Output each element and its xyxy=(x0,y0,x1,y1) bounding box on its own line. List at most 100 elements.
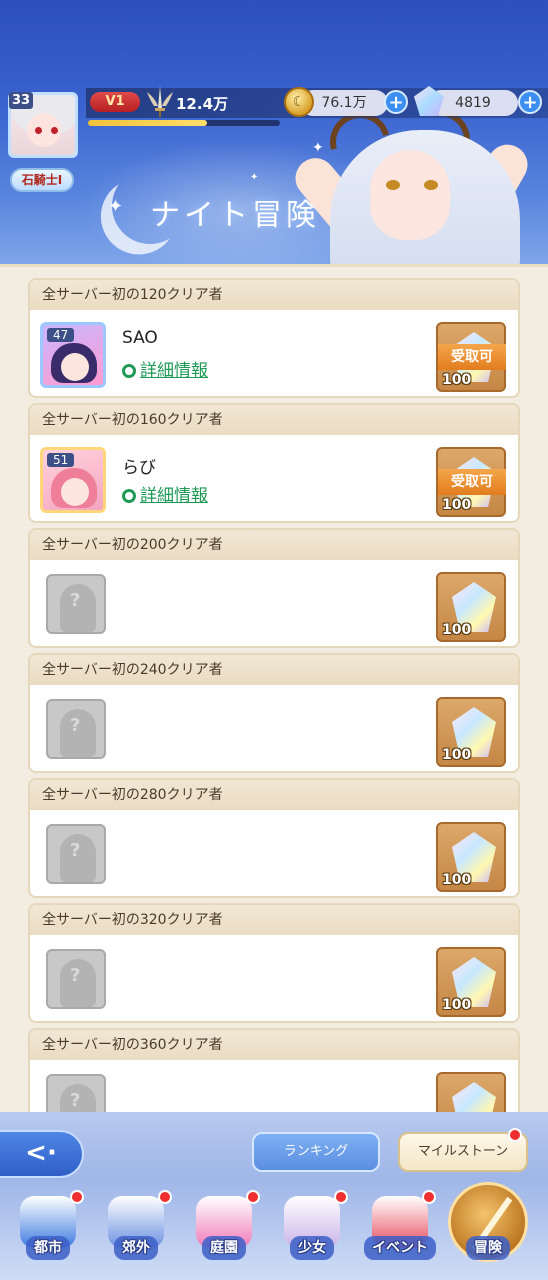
player-name: SAO xyxy=(122,328,158,348)
unknown-player-portrait: ? xyxy=(46,824,106,884)
nav-label-text: 都市 xyxy=(26,1236,70,1260)
nav-label: 郊外 xyxy=(94,1236,178,1260)
nav-label: 都市 xyxy=(6,1236,90,1260)
nav-item[interactable]: 都市 xyxy=(6,1190,90,1276)
nav-label: 庭園 xyxy=(182,1236,266,1260)
nav-item[interactable]: 少女 xyxy=(270,1190,354,1276)
player-level: 51 xyxy=(47,453,75,467)
claim-badge[interactable]: 受取可 xyxy=(438,469,506,495)
star-icon: ✦ xyxy=(312,140,324,156)
unknown-player-portrait: ? xyxy=(46,1074,106,1112)
nav-label-text: 冒険 xyxy=(466,1236,510,1260)
nav-label: 少女 xyxy=(270,1236,354,1260)
milestone-list[interactable]: 全サーバー初の120クリア者 47 SAO 詳細情報 受取可 100 全サーバー初の160ク… xyxy=(18,270,530,1112)
player-portrait[interactable]: 51 xyxy=(40,447,106,513)
header-banner: ✦ ✦ ✦ ナイト冒険 xyxy=(0,0,548,265)
notification-dot xyxy=(422,1190,436,1204)
avatar-eye xyxy=(35,127,42,134)
question-mark-icon: ? xyxy=(70,840,81,861)
character-eye xyxy=(424,180,438,190)
detail-info-label: 詳細情報 xyxy=(140,486,208,506)
back-arrow-icon: <· xyxy=(25,1138,57,1168)
player-level-badge: 33 xyxy=(9,92,34,109)
milestone-card: 全サーバー初の360クリア者? xyxy=(28,1028,520,1112)
notification-dot xyxy=(70,1190,84,1204)
milestone-heading: 全サーバー初の120クリア者 xyxy=(30,280,518,310)
milestone-heading: 全サーバー初の360クリア者 xyxy=(30,1030,518,1060)
milestone-heading: 全サーバー初の320クリア者 xyxy=(30,905,518,935)
reward-quantity: 100 xyxy=(442,872,472,888)
reward-box[interactable]: 受取可 100 xyxy=(436,447,506,517)
unknown-player-portrait: ? xyxy=(46,699,106,759)
detail-info-link[interactable]: 詳細情報 xyxy=(122,356,208,381)
gem-amount: 4819 xyxy=(455,95,491,111)
nav-label-text: 少女 xyxy=(290,1236,334,1260)
exp-bar xyxy=(88,120,280,126)
gem-icon xyxy=(452,1082,496,1112)
player-name: らび xyxy=(122,458,156,478)
reward-quantity: 100 xyxy=(442,997,472,1013)
nav-item[interactable]: イベント xyxy=(358,1190,442,1276)
milestone-card: 全サーバー初の280クリア者? 100 xyxy=(28,778,520,898)
unknown-player-portrait: ? xyxy=(46,574,106,634)
exp-bar-fill xyxy=(88,120,208,126)
ranking-button[interactable]: ランキング xyxy=(252,1132,380,1172)
question-mark-icon: ? xyxy=(70,590,81,611)
notification-dot xyxy=(246,1190,260,1204)
nav-item[interactable]: 冒険 xyxy=(446,1182,530,1276)
detail-info-link[interactable]: 詳細情報 xyxy=(122,481,208,506)
player-level: 47 xyxy=(47,328,75,342)
milestone-heading: 全サーバー初の200クリア者 xyxy=(30,530,518,560)
unknown-player-portrait: ? xyxy=(46,949,106,1009)
question-mark-icon: ? xyxy=(70,715,81,736)
notification-dot xyxy=(334,1190,348,1204)
reward-box[interactable]: 100 xyxy=(436,822,506,892)
coin-amount: 76.1万 xyxy=(321,95,367,111)
add-gems-button[interactable]: + xyxy=(518,90,542,114)
winged-sword-icon xyxy=(147,86,173,117)
portrait-face xyxy=(61,478,89,506)
magnify-icon xyxy=(122,364,136,378)
bottom-nav: 都市 郊外 庭園 少女 イベント 冒険 xyxy=(0,1182,548,1280)
nav-label: 冒険 xyxy=(446,1236,530,1260)
portrait-face xyxy=(61,353,89,381)
question-mark-icon: ? xyxy=(70,965,81,986)
magnify-icon xyxy=(122,489,136,503)
notification-dot xyxy=(508,1128,522,1142)
character-eye xyxy=(386,180,400,190)
reward-box[interactable]: 100 xyxy=(436,697,506,767)
milestone-card: 全サーバー初の200クリア者? 100 xyxy=(28,528,520,648)
question-mark-icon: ? xyxy=(70,1090,81,1111)
star-icon: ✦ xyxy=(250,172,259,183)
nav-item[interactable]: 庭園 xyxy=(182,1190,266,1276)
milestone-card: 全サーバー初の320クリア者? 100 xyxy=(28,903,520,1023)
milestone-heading: 全サーバー初の240クリア者 xyxy=(30,655,518,685)
reward-box[interactable]: 100 xyxy=(436,572,506,642)
player-portrait[interactable]: 47 xyxy=(40,322,106,388)
nav-item[interactable]: 郊外 xyxy=(94,1190,178,1276)
detail-info-label: 詳細情報 xyxy=(140,361,208,381)
claim-badge[interactable]: 受取可 xyxy=(438,344,506,370)
character-illustration xyxy=(370,150,450,240)
vip-badge[interactable]: V1 xyxy=(90,92,140,112)
reward-box[interactable]: 100 xyxy=(436,947,506,1017)
player-rank-badge: 石騎士Ⅰ xyxy=(10,168,74,192)
milestone-card: 全サーバー初の120クリア者 47 SAO 詳細情報 受取可 100 xyxy=(28,278,520,398)
milestone-heading: 全サーバー初の280クリア者 xyxy=(30,780,518,810)
nav-label-text: 郊外 xyxy=(114,1236,158,1260)
reward-box[interactable] xyxy=(436,1072,506,1112)
nav-label-text: イベント xyxy=(364,1236,436,1260)
power-value: 12.4万 xyxy=(176,95,229,113)
reward-quantity: 100 xyxy=(442,372,472,388)
milestone-heading: 全サーバー初の160クリア者 xyxy=(30,405,518,435)
star-icon: ✦ xyxy=(108,196,124,217)
milestone-card: 全サーバー初の160クリア者 51 らび詳細情報 受取可 100 xyxy=(28,403,520,523)
reward-quantity: 100 xyxy=(442,747,472,763)
reward-quantity: 100 xyxy=(442,497,472,513)
reward-box[interactable]: 受取可 100 xyxy=(436,322,506,392)
milestone-card: 全サーバー初の240クリア者? 100 xyxy=(28,653,520,773)
page-title: ナイト冒険 xyxy=(150,198,320,233)
notification-dot xyxy=(158,1190,172,1204)
add-coins-button[interactable]: + xyxy=(384,90,408,114)
back-button[interactable]: <· xyxy=(0,1130,84,1178)
